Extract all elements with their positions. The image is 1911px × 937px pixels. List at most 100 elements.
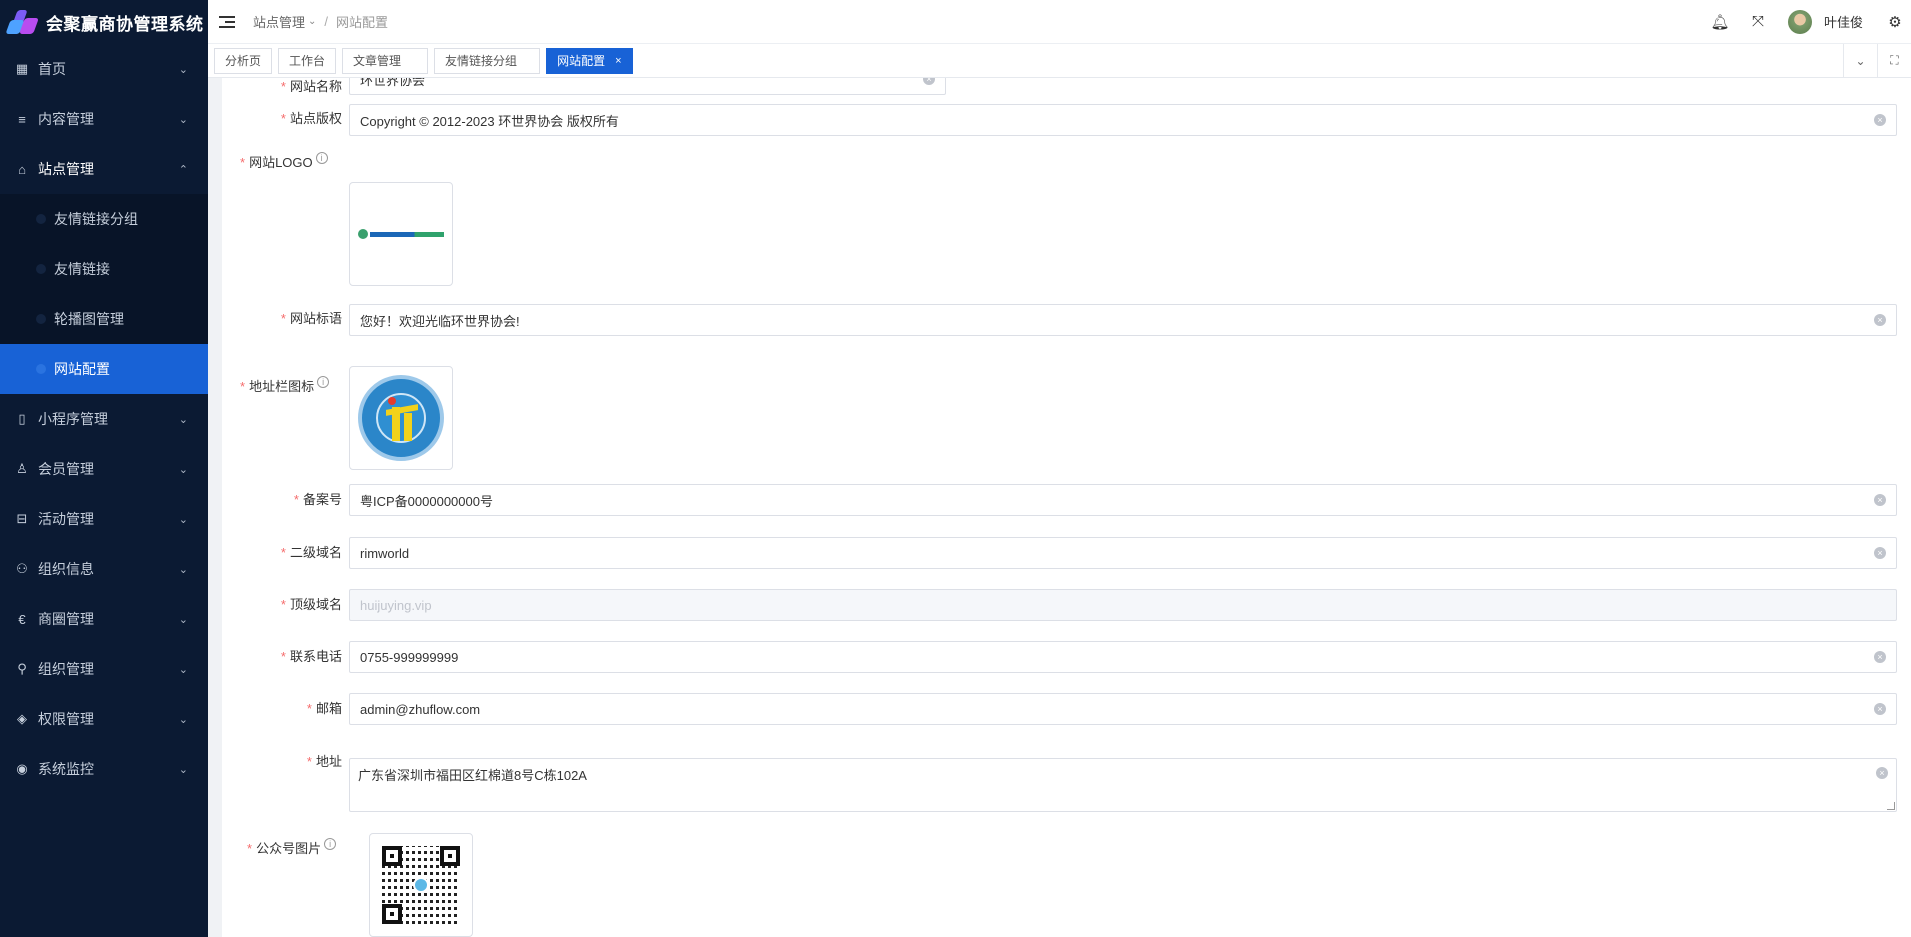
slogan-input[interactable]: 您好！欢迎光临环世界协会! ×	[349, 304, 1897, 336]
tab-bar: 分析页 工作台 文章管理 友情链接分组 网站配置 × ⌄ ⛶	[208, 43, 1911, 78]
tab-bar-actions: ⌄ ⛶	[1843, 43, 1911, 78]
top-domain-placeholder: huijuying.vip	[360, 597, 432, 613]
app-logo[interactable]: 会聚赢商协管理系统	[0, 0, 208, 44]
favicon-label: * 地址栏图标 i	[222, 376, 350, 395]
top-domain-input: huijuying.vip	[349, 589, 1897, 621]
subdomain-value: rimworld	[360, 545, 410, 561]
email-input[interactable]: admin@zhuflow.com ×	[349, 693, 1897, 725]
sidebar-item-business[interactable]: € 商圈管理 ⌄	[0, 594, 208, 644]
clear-icon[interactable]: ×	[1874, 651, 1886, 663]
icp-input[interactable]: 粤ICP备0000000000号 ×	[349, 484, 1897, 516]
avatar[interactable]	[1787, 9, 1812, 34]
maximize-icon[interactable]: ⛶	[1877, 43, 1911, 78]
bell-icon[interactable]: 🔔︎	[1710, 12, 1730, 32]
sidebar-subitem-site-config[interactable]: 网站配置	[0, 344, 208, 394]
resize-handle[interactable]	[1887, 802, 1895, 810]
chevron-down-icon: ⌄	[178, 113, 188, 126]
main-content: * 网站名称 环世界协会 × * 站点版权 Copyright © 2012-202…	[208, 78, 1911, 937]
qr-code-image	[382, 846, 460, 924]
favicon-upload[interactable]	[349, 366, 453, 470]
sidebar-item-org-info[interactable]: ⚇ 组织信息 ⌄	[0, 544, 208, 594]
tab-analysis[interactable]: 分析页	[214, 47, 273, 74]
clear-icon[interactable]: ×	[923, 78, 935, 85]
phone-value: 0755-999999999	[360, 649, 459, 665]
sidebar-item-miniprogram[interactable]: ▯ 小程序管理 ⌄	[0, 394, 208, 444]
sidebar-item-activities[interactable]: ⊟ 活动管理 ⌄	[0, 494, 208, 544]
breadcrumb: 站点管理 ⌄ / 网站配置	[253, 12, 388, 31]
chevron-down-icon: ⌄	[178, 513, 188, 526]
subdomain-input[interactable]: rimworld ×	[349, 537, 1897, 569]
wechat-qr-label: * 公众号图片 i	[222, 838, 372, 857]
site-logo-image	[358, 226, 444, 242]
clear-icon[interactable]: ×	[1874, 494, 1886, 506]
address-textarea[interactable]: 广东省深圳市福田区红棉道8号C栋102A ×	[349, 758, 1897, 812]
gear-icon[interactable]: ⚙	[1885, 12, 1905, 32]
tab-workbench[interactable]: 工作台	[278, 47, 337, 74]
sidebar-item-label: 组织管理	[38, 661, 94, 677]
email-value: admin@zhuflow.com	[360, 701, 481, 717]
top-domain-label: * 顶级域名	[280, 597, 342, 612]
sidebar-subitem-links[interactable]: 友情链接	[0, 244, 208, 294]
address-value: 广东省深圳市福田区红棉道8号C栋102A	[358, 768, 587, 783]
clear-icon[interactable]: ×	[1874, 114, 1886, 126]
slogan-label: * 网站标语	[280, 311, 342, 326]
username[interactable]: 叶佳俊	[1824, 12, 1863, 31]
clear-icon[interactable]: ×	[1874, 547, 1886, 559]
clear-icon[interactable]: ×	[1874, 314, 1886, 326]
car-icon: ⊟	[16, 511, 28, 526]
address-label: * 地址	[306, 754, 342, 769]
chevron-down-icon: ⌄	[308, 16, 317, 27]
sidebar-item-label: 首页	[38, 61, 66, 77]
tab-label: 友情链接分组	[445, 54, 518, 68]
sidebar-item-label: 会员管理	[38, 461, 94, 477]
org-icon: ⚲	[17, 661, 27, 676]
sidebar-item-monitor[interactable]: ◉ 系统监控 ⌄	[0, 744, 208, 794]
tab-label: 分析页	[225, 54, 262, 68]
sidebar-item-site[interactable]: ⌂ 站点管理 ⌃	[0, 144, 208, 194]
fullscreen-icon[interactable]: ⤧	[1748, 12, 1768, 32]
tab-link-groups[interactable]: 友情链接分组	[434, 47, 541, 74]
phone-input[interactable]: 0755-999999999 ×	[349, 641, 1897, 673]
sidebar-item-label: 内容管理	[38, 111, 94, 127]
sidebar-menu: ▦ 首页 ⌄ ≡ 内容管理 ⌄ ⌂ 站点管理 ⌃ 友情链接分组 友情链接 轮播图…	[0, 44, 208, 794]
clear-icon[interactable]: ×	[1876, 767, 1888, 779]
site-name-value: 环世界协会	[360, 78, 426, 88]
tab-label: 文章管理	[353, 54, 402, 68]
app-title: 会聚赢商协管理系统	[46, 14, 204, 34]
info-icon[interactable]: i	[324, 838, 337, 850]
menu-fold-icon[interactable]	[219, 15, 235, 29]
tab-articles[interactable]: 文章管理	[342, 47, 429, 74]
shield-icon: ◈	[17, 711, 27, 726]
tab-site-config[interactable]: 网站配置 ×	[546, 47, 633, 74]
copyright-input[interactable]: Copyright © 2012-2023 环世界协会 版权所有 ×	[349, 104, 1897, 136]
sidebar-item-content[interactable]: ≡ 内容管理 ⌄	[0, 94, 208, 144]
site-name-label: * 网站名称	[280, 79, 342, 94]
site-name-input[interactable]: 环世界协会 ×	[349, 78, 946, 95]
info-icon[interactable]: i	[315, 152, 328, 164]
sidebar-subitem-link-groups[interactable]: 友情链接分组	[0, 194, 208, 244]
sidebar: 会聚赢商协管理系统 ▦ 首页 ⌄ ≡ 内容管理 ⌄ ⌂ 站点管理 ⌃ 友情链接分…	[0, 0, 208, 937]
info-icon[interactable]: i	[317, 376, 330, 388]
sidebar-item-label: 组织信息	[38, 561, 94, 577]
sidebar-item-home[interactable]: ▦ 首页 ⌄	[0, 44, 208, 94]
breadcrumb-item-site[interactable]: 站点管理	[253, 12, 305, 31]
chevron-up-icon: ⌃	[178, 163, 188, 176]
logo-upload[interactable]	[349, 182, 453, 286]
sidebar-subitem-carousel[interactable]: 轮播图管理	[0, 294, 208, 344]
brand-logo-icon	[5, 8, 39, 36]
close-icon[interactable]: ×	[615, 55, 621, 67]
chevron-down-icon[interactable]: ⌄	[1843, 43, 1877, 78]
favicon-image	[358, 375, 444, 461]
clear-icon[interactable]: ×	[1874, 703, 1886, 715]
sidebar-item-org-manage[interactable]: ⚲ 组织管理 ⌄	[0, 644, 208, 694]
sidebar-item-label: 站点管理	[38, 161, 94, 177]
sidebar-item-permissions[interactable]: ◈ 权限管理 ⌄	[0, 694, 208, 744]
wechat-qr-upload[interactable]	[369, 833, 473, 937]
home-icon: ⌂	[18, 161, 26, 177]
chevron-down-icon: ⌄	[178, 763, 188, 776]
user-icon: ♙	[16, 461, 28, 476]
sidebar-item-members[interactable]: ♙ 会员管理 ⌄	[0, 444, 208, 494]
header-actions: 🔔︎ ⤧ 叶佳俊 ⚙	[1692, 9, 1911, 34]
sidebar-item-label: 活动管理	[38, 511, 94, 527]
subdomain-label: * 二级域名	[280, 545, 342, 560]
